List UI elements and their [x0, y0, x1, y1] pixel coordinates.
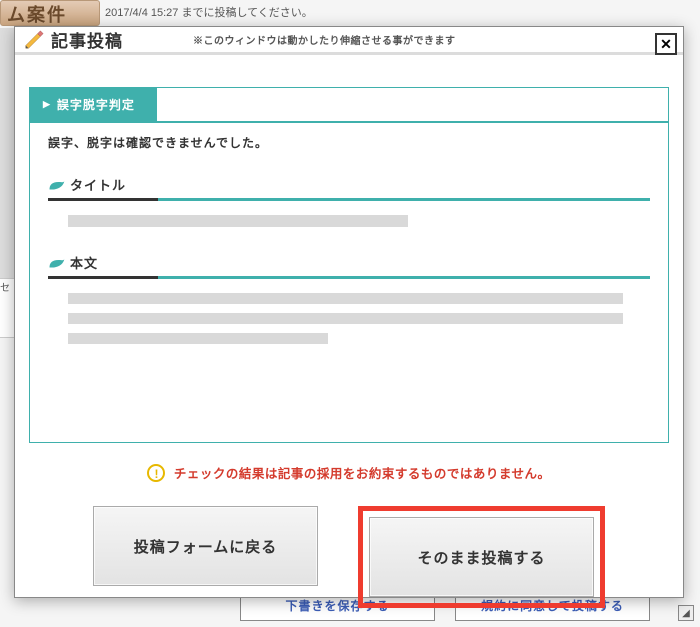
body-underline	[48, 276, 650, 279]
body-section-header: 本文	[48, 253, 650, 272]
warning-icon: !	[147, 464, 165, 482]
tab-underline	[30, 121, 668, 123]
close-icon: ✕	[660, 36, 672, 53]
pencil-icon	[23, 29, 45, 51]
back-to-form-button[interactable]: 投稿フォームに戻る	[93, 506, 318, 586]
body-placeholder-line	[68, 293, 623, 304]
submit-highlight: そのまま投稿する	[358, 506, 605, 608]
body-section-label: 本文	[70, 253, 98, 272]
close-button[interactable]: ✕	[655, 33, 677, 55]
body-placeholder-line	[68, 333, 328, 344]
leaf-icon	[48, 256, 66, 270]
bg-left-cell: セ	[0, 278, 14, 338]
modal-title: 記事投稿	[51, 27, 123, 52]
deadline-text: 2017/4/4 15:27 までに投稿してください。	[105, 4, 313, 20]
title-underline	[48, 198, 650, 201]
result-message: 誤字、脱字は確認できませんでした。	[48, 134, 650, 151]
action-row: 投稿フォームに戻る そのまま投稿する	[15, 506, 683, 608]
post-article-modal: 記事投稿 ※このウィンドウは動かしたり伸縮させる事ができます ✕ ▶ 誤字脱字判…	[14, 26, 684, 598]
warning-row: ! チェックの結果は記事の採用をお約束するものではありません。	[15, 463, 683, 482]
warning-text: チェックの結果は記事の採用をお約束するものではありません。	[174, 467, 551, 481]
body-placeholder-line	[68, 313, 623, 324]
bg-left-strip	[0, 28, 14, 278]
tab-arrow-icon: ▶	[43, 99, 51, 110]
submit-as-is-button[interactable]: そのまま投稿する	[369, 517, 594, 597]
title-section-header: タイトル	[48, 175, 650, 194]
typo-check-tab[interactable]: ▶ 誤字脱字判定	[29, 87, 157, 121]
bg-header-text: ム案件	[1, 5, 67, 25]
title-placeholder-line	[68, 215, 408, 227]
leaf-icon	[48, 178, 66, 192]
bg-left-cell-text: セ	[0, 283, 10, 294]
tab-label: 誤字脱字判定	[57, 96, 135, 113]
typo-check-panel: ▶ 誤字脱字判定 誤字、脱字は確認できませんでした。 タイトル 本文	[29, 87, 669, 443]
modal-drag-hint: ※このウィンドウは動かしたり伸縮させる事ができます	[193, 32, 456, 47]
bg-header-tab: ム案件	[0, 0, 100, 26]
title-section-label: タイトル	[70, 175, 126, 194]
panel-body: 誤字、脱字は確認できませんでした。 タイトル 本文	[30, 88, 668, 365]
modal-titlebar[interactable]: 記事投稿 ※このウィンドウは動かしたり伸縮させる事ができます ✕	[15, 27, 683, 55]
